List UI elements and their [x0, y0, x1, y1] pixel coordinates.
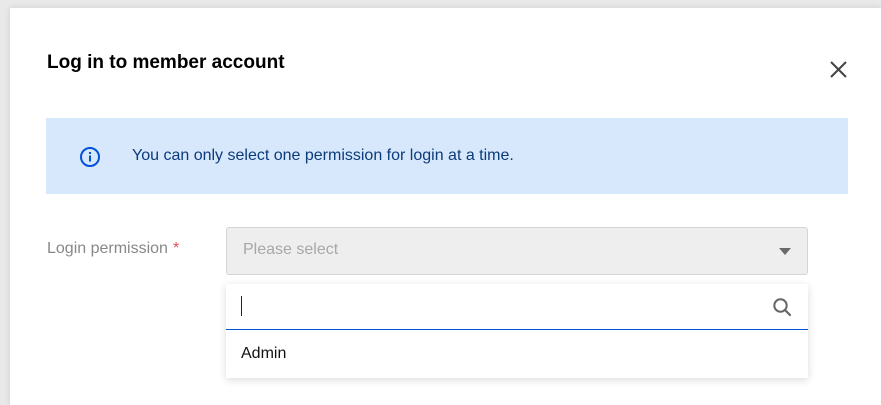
close-icon — [830, 61, 847, 78]
permission-dropdown: Admin — [226, 284, 808, 378]
search-icon[interactable] — [772, 297, 792, 317]
required-mark: * — [172, 240, 180, 257]
login-member-dialog: Log in to member account You can only se… — [10, 8, 881, 405]
info-alert: You can only select one permission for l… — [46, 118, 848, 194]
dropdown-search-box — [226, 284, 808, 330]
select-placeholder: Please select — [243, 241, 339, 258]
login-permission-label: Login permission * — [47, 240, 179, 258]
dropdown-search-input[interactable] — [240, 292, 754, 322]
login-permission-label-text: Login permission — [47, 240, 168, 257]
caret-down-icon — [779, 248, 791, 255]
login-permission-select[interactable]: Please select — [226, 227, 808, 275]
option-label: Admin — [241, 345, 287, 362]
dialog-title: Log in to member account — [47, 52, 285, 73]
alert-message: You can only select one permission for l… — [132, 147, 514, 164]
text-cursor — [241, 296, 242, 316]
close-button[interactable] — [825, 55, 853, 83]
info-icon — [80, 147, 100, 167]
dropdown-option-admin[interactable]: Admin — [226, 330, 808, 378]
